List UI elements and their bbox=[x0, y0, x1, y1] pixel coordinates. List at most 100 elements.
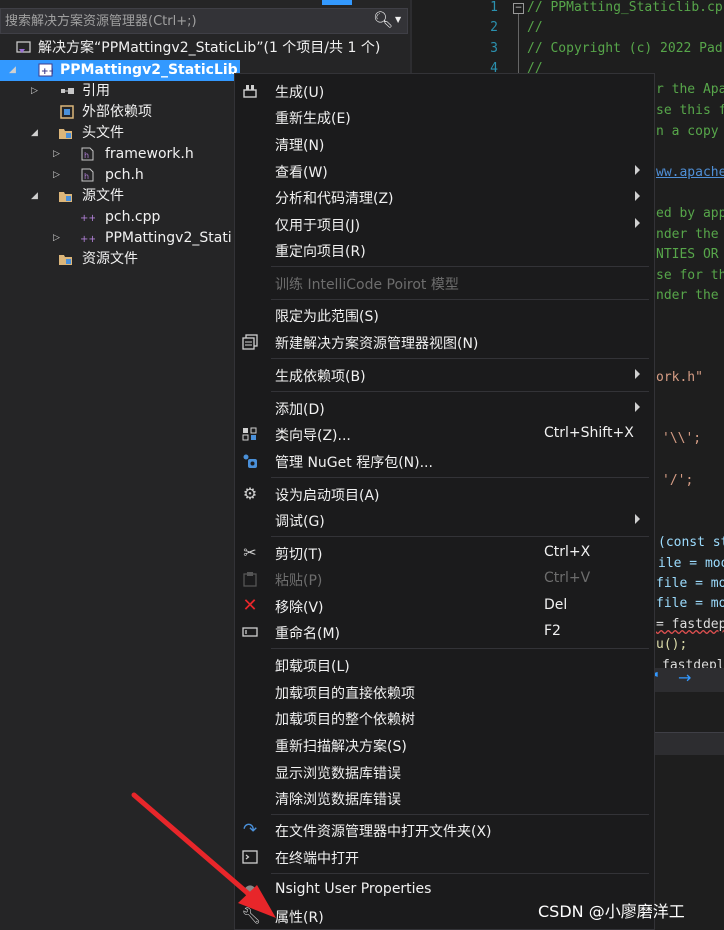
submenu-arrow-icon bbox=[635, 218, 640, 228]
new-view-icon bbox=[242, 334, 258, 350]
menu-item-retarget[interactable]: 重定向项目(R) bbox=[235, 237, 654, 263]
svg-text:h: h bbox=[84, 172, 89, 181]
outline-guide bbox=[518, 14, 519, 74]
code-fragment: se this f bbox=[656, 103, 724, 118]
menu-item-clean[interactable]: 清理(N) bbox=[235, 131, 654, 157]
menu-item-scope-to-this[interactable]: 限定为此范围(S) bbox=[235, 302, 654, 328]
code-fragment: n a copy bbox=[656, 124, 719, 139]
submenu-arrow-icon bbox=[635, 402, 640, 412]
menu-item-cut[interactable]: ✂︎ 剪切(T) Ctrl+X bbox=[235, 540, 654, 566]
menu-item-label: 生成(U) bbox=[275, 85, 325, 101]
menu-item-build-dependencies[interactable]: 生成依赖项(B) bbox=[235, 362, 654, 388]
editor-navigation-bar: ◄ → bbox=[646, 668, 724, 692]
line-number: 2 bbox=[490, 20, 498, 35]
menu-item-label: 加载项目的直接依赖项 bbox=[275, 686, 415, 702]
menu-item-rename[interactable]: 重命名(M) F2 bbox=[235, 619, 654, 645]
search-bar[interactable]: 🔍︎ ▼ bbox=[0, 8, 408, 34]
menu-separator bbox=[271, 536, 649, 537]
expanded-triangle-icon[interactable]: ◢ bbox=[31, 186, 38, 207]
scissors-icon: ✂︎ bbox=[243, 543, 257, 562]
tree-item-label: framework.h bbox=[105, 146, 194, 162]
submenu-arrow-icon bbox=[635, 514, 640, 524]
wrench-icon: 🔧︎ bbox=[241, 906, 262, 925]
chevron-down-icon[interactable]: ▼ bbox=[395, 15, 401, 24]
menu-item-shortcut: Ctrl+V bbox=[544, 570, 591, 586]
menu-item-label: 重新生成(E) bbox=[275, 111, 351, 127]
menu-item-remove[interactable]: ✕ 移除(V) Del bbox=[235, 593, 654, 619]
menu-item-open-in-terminal[interactable]: 在终端中打开 bbox=[235, 844, 654, 870]
menu-item-new-explorer-view[interactable]: 新建解决方案资源管理器视图(N) bbox=[235, 329, 654, 355]
menu-separator bbox=[271, 266, 649, 267]
code-fragment: NTIES OR bbox=[656, 247, 719, 262]
code-link[interactable]: ww.apache. bbox=[656, 165, 724, 180]
submenu-arrow-icon bbox=[635, 369, 640, 379]
code-fragment: file = mo bbox=[656, 596, 724, 611]
tree-item-label: 源文件 bbox=[82, 188, 124, 204]
menu-item-rescan[interactable]: 重新扫描解决方案(S) bbox=[235, 732, 654, 758]
tree-item-label: PPMattingv2_StaticLib bbox=[60, 62, 238, 78]
menu-item-label: 查看(W) bbox=[275, 165, 328, 181]
menu-item-label: 添加(D) bbox=[275, 402, 325, 418]
svg-text:++: ++ bbox=[80, 234, 95, 245]
svg-text:h: h bbox=[84, 151, 89, 160]
menu-item-view[interactable]: 查看(W) bbox=[235, 158, 654, 184]
submenu-arrow-icon bbox=[635, 165, 640, 175]
menu-item-label: 分析和代码清理(Z) bbox=[275, 191, 394, 207]
collapsed-triangle-icon[interactable]: ▷ bbox=[53, 165, 60, 186]
code-fragment: '\\'; bbox=[662, 431, 702, 446]
menu-item-class-wizard[interactable]: 类向导(Z)... Ctrl+Shift+X bbox=[235, 421, 654, 447]
menu-item-unload[interactable]: 卸载项目(L) bbox=[235, 652, 654, 678]
collapsed-triangle-icon[interactable]: ▷ bbox=[53, 228, 60, 249]
code-fragment: ed by app bbox=[656, 206, 724, 221]
menu-item-load-dep-tree[interactable]: 加载项目的整个依赖树 bbox=[235, 705, 654, 731]
menu-item-add[interactable]: 添加(D) bbox=[235, 395, 654, 421]
menu-item-set-startup[interactable]: ⚙ 设为启动项目(A) bbox=[235, 481, 654, 507]
menu-item-manage-nuget[interactable]: 管理 NuGet 程序包(N)... bbox=[235, 448, 654, 474]
menu-item-clear-browse-errors[interactable]: 清除浏览数据库错误 bbox=[235, 785, 654, 811]
menu-item-build[interactable]: 生成(U) bbox=[235, 78, 654, 104]
menu-separator bbox=[271, 391, 649, 392]
menu-item-rebuild[interactable]: 重新生成(E) bbox=[235, 104, 654, 130]
tree-item-label: 解决方案“PPMattingv2_StaticLib”(1 个项目/共 1 个) bbox=[38, 40, 381, 56]
menu-item-paste: 粘贴(P) Ctrl+V bbox=[235, 566, 654, 592]
menu-item-project-only[interactable]: 仅用于项目(J) bbox=[235, 211, 654, 237]
menu-item-load-direct-deps[interactable]: 加载项目的直接依赖项 bbox=[235, 679, 654, 705]
cpp-file-icon: ++ bbox=[80, 234, 95, 245]
menu-separator bbox=[271, 648, 649, 649]
expanded-triangle-icon[interactable]: ◢ bbox=[31, 123, 38, 144]
menu-item-debug[interactable]: 调试(G) bbox=[235, 507, 654, 533]
external-deps-icon bbox=[60, 105, 74, 119]
code-line: // PPMatting_Staticlib.cp bbox=[527, 0, 723, 15]
menu-separator bbox=[271, 358, 649, 359]
code-fragment: ork.h" bbox=[656, 370, 703, 385]
menu-separator bbox=[271, 873, 649, 874]
cpp-file-icon: ++ bbox=[80, 213, 95, 224]
collapsed-triangle-icon[interactable]: ▷ bbox=[31, 81, 38, 102]
solution-icon bbox=[16, 41, 31, 53]
menu-item-label: 粘贴(P) bbox=[275, 573, 323, 589]
search-input[interactable] bbox=[5, 11, 365, 31]
nuget-icon bbox=[243, 454, 257, 468]
rename-icon bbox=[242, 627, 258, 637]
tree-item-solution[interactable]: 解决方案“PPMattingv2_StaticLib”(1 个项目/共 1 个) bbox=[0, 38, 410, 59]
menu-item-shortcut: Ctrl+Shift+X bbox=[544, 425, 634, 441]
collapsed-triangle-icon[interactable]: ▷ bbox=[53, 144, 60, 165]
collapse-toggle-icon[interactable]: − bbox=[513, 3, 524, 14]
menu-item-open-in-explorer[interactable]: ↷ 在文件资源管理器中打开文件夹(X) bbox=[235, 817, 654, 843]
expanded-triangle-icon[interactable]: ◢ bbox=[9, 60, 16, 81]
tree-item-label: 引用 bbox=[82, 83, 110, 99]
build-icon bbox=[243, 85, 257, 98]
tree-item-project[interactable]: ◢ ++ PPMattingv2_StaticLib bbox=[0, 60, 240, 81]
code-fragment: se for th bbox=[656, 268, 724, 283]
nav-forward-icon[interactable]: → bbox=[678, 668, 691, 687]
menu-item-label: 加载项目的整个依赖树 bbox=[275, 712, 415, 728]
class-wizard-icon bbox=[242, 427, 257, 441]
menu-item-label: 仅用于项目(J) bbox=[275, 218, 361, 234]
menu-separator bbox=[271, 477, 649, 478]
menu-item-analyze[interactable]: 分析和代码清理(Z) bbox=[235, 184, 654, 210]
menu-item-show-browse-errors[interactable]: 显示浏览数据库错误 bbox=[235, 759, 654, 785]
line-number: 3 bbox=[490, 41, 498, 56]
filter-folder-icon bbox=[59, 129, 72, 139]
code-fragment: nder the bbox=[656, 288, 719, 303]
search-icon[interactable]: 🔍︎ bbox=[373, 10, 393, 29]
